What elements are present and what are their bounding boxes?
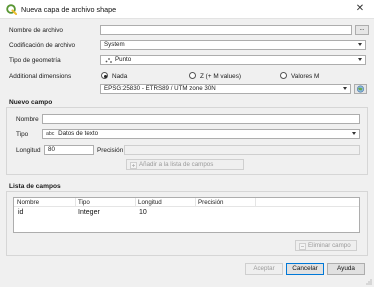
- chevron-down-icon: [343, 87, 347, 90]
- add-to-fields-label: Añadir a la lista de campos: [139, 161, 214, 168]
- remove-field-icon: [299, 243, 306, 250]
- precision-label: Precisión: [97, 147, 124, 154]
- table-cell-type[interactable]: Integer: [78, 209, 100, 216]
- table-cell-name[interactable]: id: [18, 209, 23, 216]
- column-header-type[interactable]: Tipo: [78, 199, 90, 206]
- column-header-precision[interactable]: Precisión: [198, 199, 223, 206]
- table-header-divider: [14, 206, 359, 207]
- window-title: Nueva capa de archivo shape: [21, 5, 117, 14]
- remove-field-button[interactable]: Eliminar campo: [295, 240, 357, 251]
- help-button[interactable]: Ayuda: [327, 263, 365, 275]
- encoding-label: Codificación de archivo: [9, 42, 76, 49]
- chevron-down-icon: [352, 132, 356, 135]
- chevron-down-icon: [358, 58, 362, 61]
- length-label: Longitud: [16, 147, 41, 154]
- crs-value: EPSG:25830 - ETRS89 / UTM zone 30N: [104, 85, 216, 92]
- precision-input[interactable]: [124, 145, 360, 155]
- qgis-logo-icon: [6, 4, 17, 15]
- field-type-label: Tipo: [16, 131, 29, 138]
- globe-icon: [356, 85, 365, 93]
- browse-button[interactable]: ...: [355, 25, 369, 35]
- file-name-input[interactable]: [100, 25, 352, 35]
- add-field-icon: [130, 162, 137, 169]
- fields-table[interactable]: [13, 197, 360, 233]
- geometry-type-value: Punto: [115, 56, 132, 63]
- encoding-value: System: [104, 41, 125, 48]
- field-name-label: Nombre: [16, 116, 39, 123]
- cancel-button[interactable]: Cancelar: [286, 263, 324, 275]
- column-header-name[interactable]: Nombre: [17, 199, 39, 206]
- table-cell-length[interactable]: 10: [139, 209, 147, 216]
- geometry-type-combo[interactable]: Punto: [100, 55, 366, 65]
- resize-grip-icon[interactable]: [365, 278, 373, 286]
- length-input[interactable]: 80: [44, 145, 94, 155]
- radio-none[interactable]: [101, 72, 108, 79]
- column-separator: [195, 198, 196, 206]
- geometry-type-label: Tipo de geometría: [9, 57, 61, 64]
- field-name-input[interactable]: [42, 114, 360, 124]
- encoding-combo[interactable]: System: [100, 40, 366, 50]
- close-icon[interactable]: ✕: [353, 2, 367, 16]
- crs-combo[interactable]: EPSG:25830 - ETRS89 / UTM zone 30N: [100, 84, 351, 94]
- chevron-down-icon: [358, 43, 362, 46]
- additional-dimensions-label: Additional dimensions: [9, 73, 72, 80]
- accept-button[interactable]: Aceptar: [245, 263, 283, 275]
- new-field-group-title: Nuevo campo: [9, 99, 53, 106]
- field-type-combo[interactable]: abc Datos de texto: [42, 129, 360, 139]
- radio-z-m-label: Z (+ M values): [200, 73, 242, 80]
- column-separator: [255, 198, 256, 206]
- field-list-group-title: Lista de campos: [9, 183, 61, 190]
- radio-z-m[interactable]: [189, 72, 196, 79]
- column-header-length[interactable]: Longitud: [138, 199, 162, 206]
- column-separator: [135, 198, 136, 206]
- remove-field-label: Eliminar campo: [308, 242, 351, 249]
- point-geometry-icon: [105, 58, 112, 63]
- radio-m-label: Valores M: [291, 73, 320, 80]
- radio-m[interactable]: [280, 72, 287, 79]
- column-separator: [75, 198, 76, 206]
- crs-selector-button[interactable]: [354, 84, 367, 94]
- field-type-value: Datos de texto: [58, 130, 99, 137]
- radio-none-label: Nada: [112, 73, 128, 80]
- add-to-fields-button[interactable]: Añadir a la lista de campos: [126, 159, 244, 170]
- file-name-label: Nombre de archivo: [9, 27, 63, 34]
- text-type-icon: abc: [46, 131, 55, 137]
